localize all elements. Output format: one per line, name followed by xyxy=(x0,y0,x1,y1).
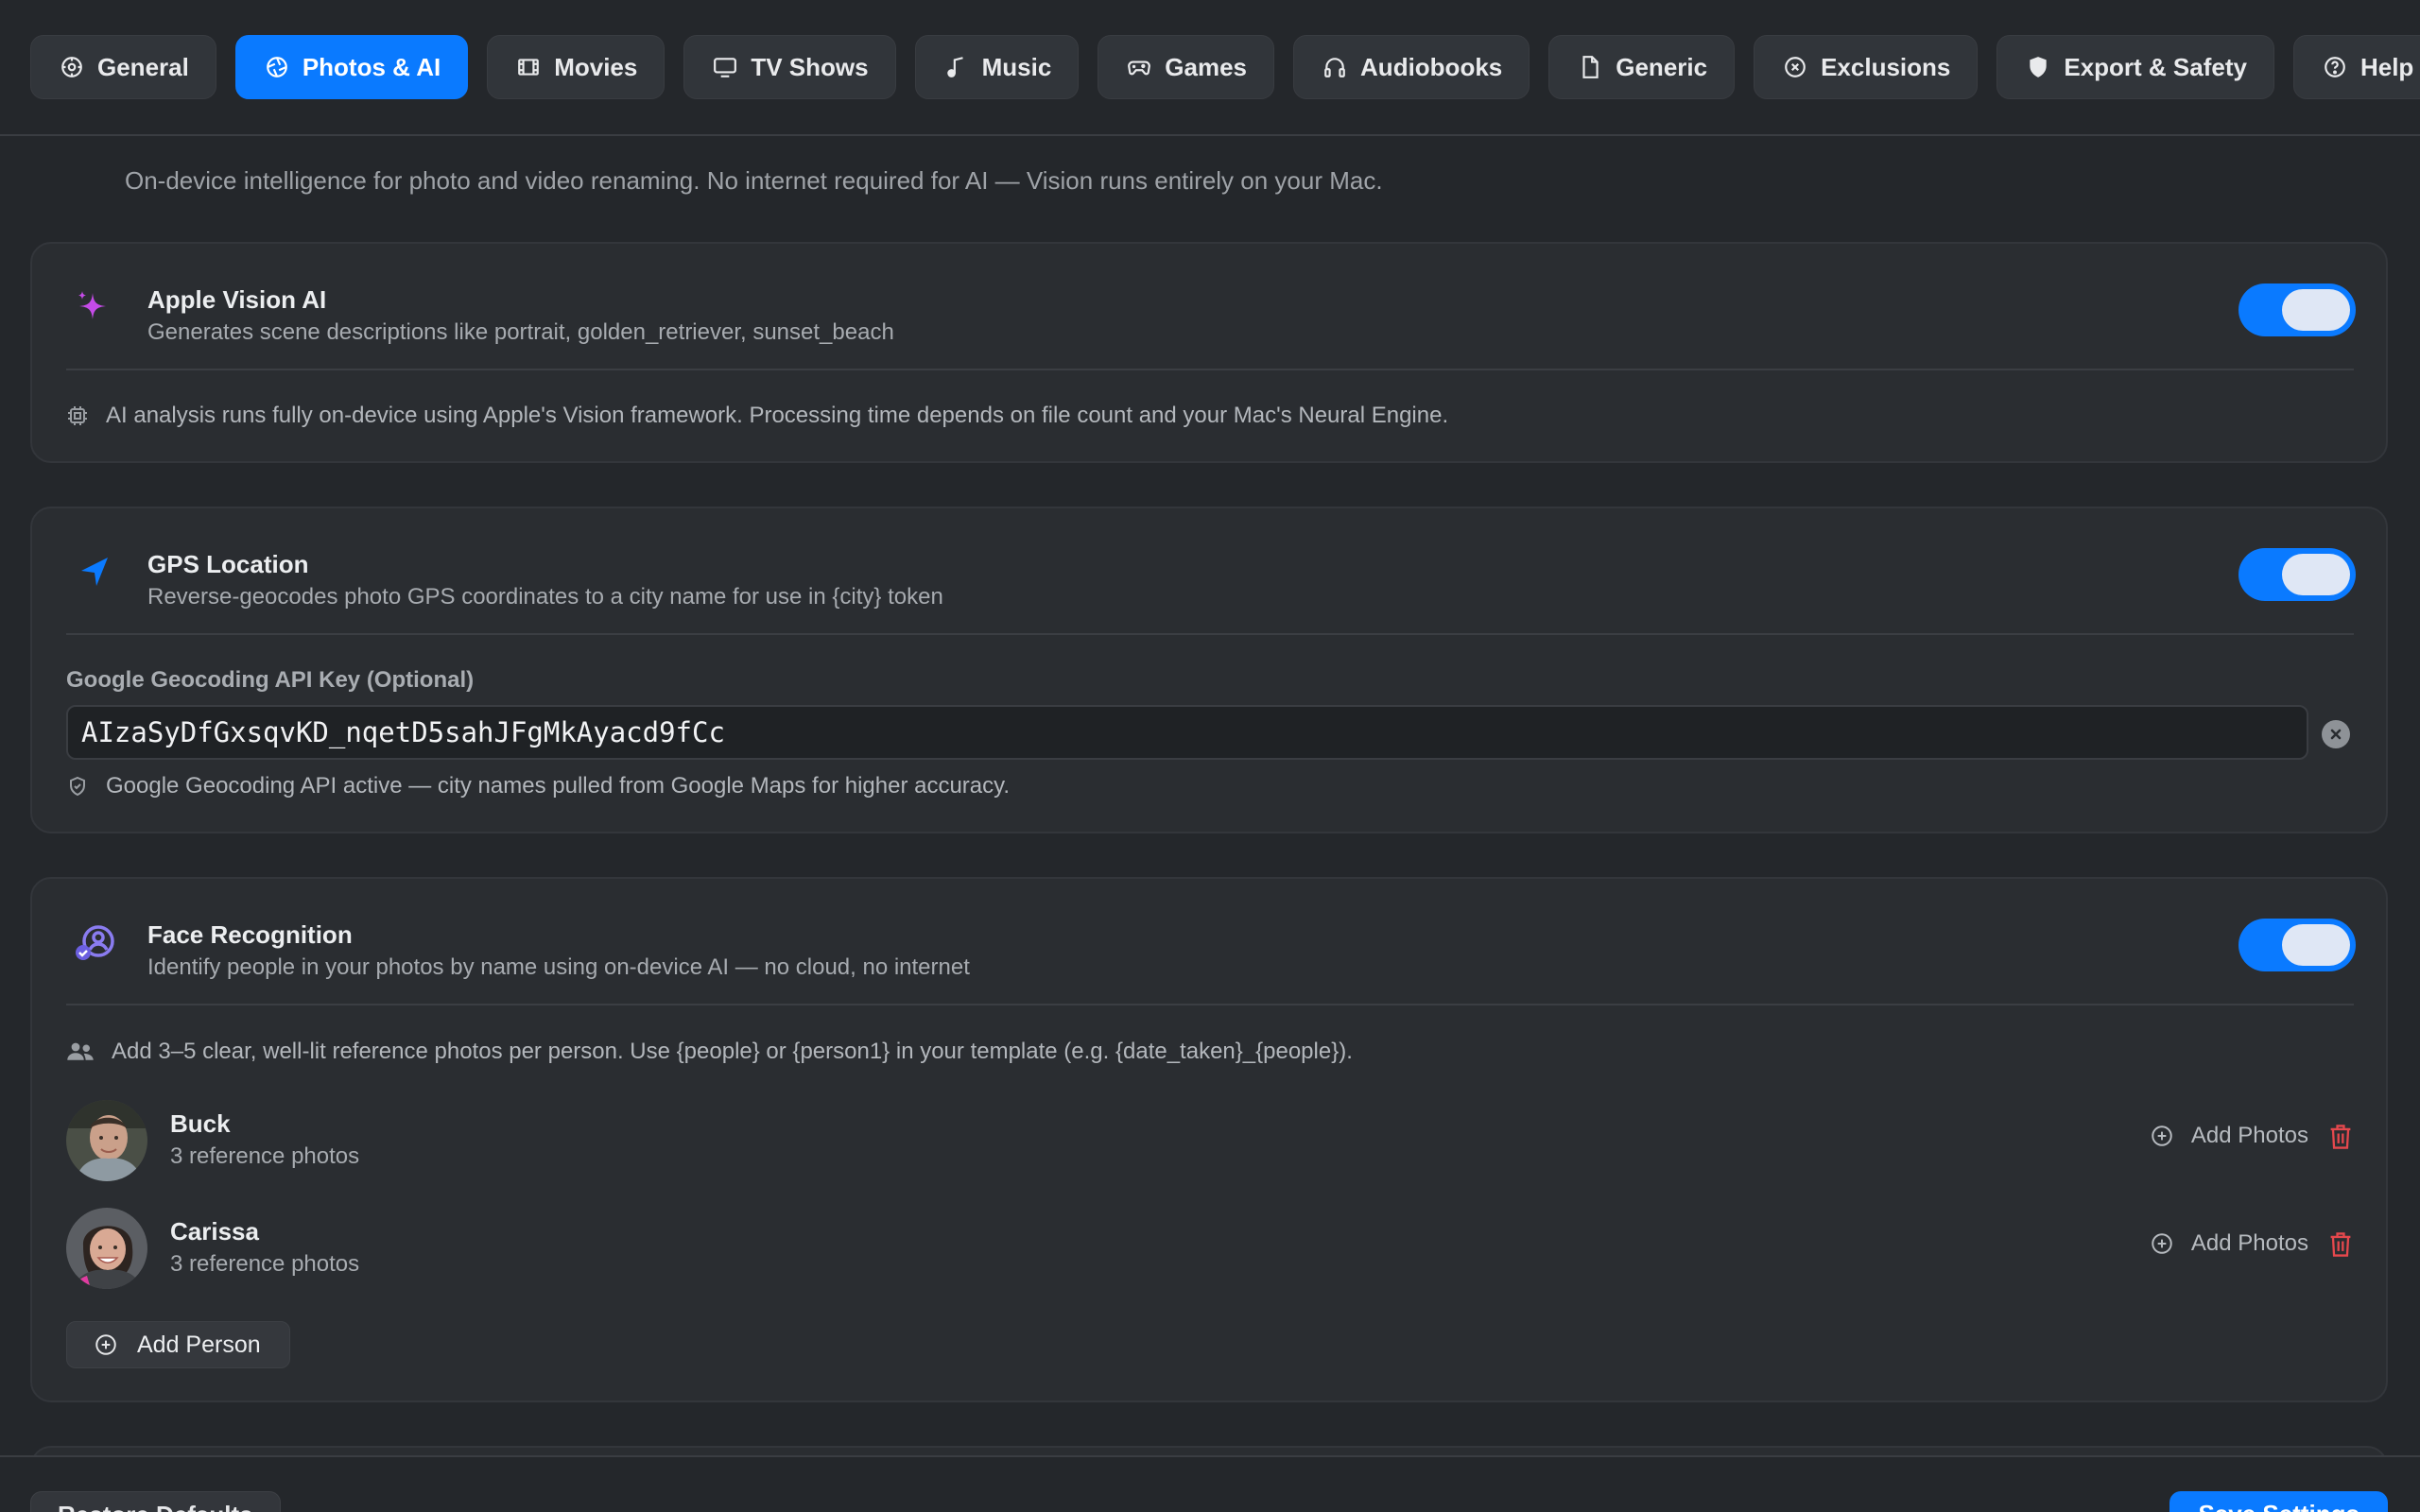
tab-label: Games xyxy=(1165,52,1248,81)
cpu-icon xyxy=(68,406,87,425)
aperture-icon xyxy=(266,57,287,77)
film-icon xyxy=(518,59,540,76)
api-key-field[interactable] xyxy=(66,705,2308,760)
gps-location-title: GPS Location xyxy=(147,550,309,578)
tab-label: Photos & AI xyxy=(302,52,441,81)
avatar xyxy=(66,1100,147,1181)
close-icon xyxy=(2330,729,2342,740)
gps-location-subtitle: Reverse-geocodes photo GPS coordinates t… xyxy=(147,584,943,610)
tab-label: Music xyxy=(981,52,1052,81)
plus-circle-icon xyxy=(2152,1125,2172,1146)
question-circle-icon xyxy=(2325,57,2345,77)
restore-defaults-button[interactable]: Restore Defaults xyxy=(30,1491,281,1512)
toggle-knob xyxy=(2282,554,2350,595)
tab-export-safety[interactable]: Export & Safety xyxy=(1996,35,2274,99)
gps-location-header: GPS Location Reverse-geocodes photo GPS … xyxy=(32,508,2386,635)
face-recognition-hint: Add 3–5 clear, well-lit reference photos… xyxy=(66,1038,1353,1066)
vision-ai-note: AI analysis runs fully on-device using A… xyxy=(66,403,1448,429)
vision-ai-title: Apple Vision AI xyxy=(147,285,327,314)
reference-photo-count: 3 reference photos xyxy=(170,1143,360,1169)
tab-help[interactable]: Help xyxy=(2292,35,2420,99)
add-photos-label: Add Photos xyxy=(2190,1230,2308,1256)
reference-photo-count: 3 reference photos xyxy=(170,1251,360,1277)
add-person-label: Add Person xyxy=(137,1331,261,1358)
shield-check-icon xyxy=(70,776,85,797)
footer-bar: Restore Defaults Save Settings xyxy=(0,1455,2420,1512)
add-photos-button[interactable]: Add Photos xyxy=(2150,1230,2308,1257)
person-name: Carissa xyxy=(170,1217,259,1246)
toggle-knob xyxy=(2282,289,2350,331)
plus-circle-icon xyxy=(2152,1233,2172,1254)
section-description: On-device intelligence for photo and vid… xyxy=(125,166,1383,195)
plus-circle-icon xyxy=(95,1334,116,1355)
face-id-icon xyxy=(76,925,114,960)
tab-label: Exclusions xyxy=(1821,52,1951,81)
face-recognition-card: Face Recognition Identify people in your… xyxy=(30,877,2388,1402)
divider xyxy=(66,633,2354,635)
tv-icon xyxy=(714,58,737,77)
trash-icon[interactable] xyxy=(2327,1230,2354,1259)
add-person-button[interactable]: Add Person xyxy=(66,1321,290,1368)
vision-ai-subtitle: Generates scene descriptions like portra… xyxy=(147,319,894,345)
tab-label: Movies xyxy=(554,52,638,81)
tab-games[interactable]: Games xyxy=(1098,35,1275,99)
gear-icon xyxy=(61,57,82,77)
face-recognition-subtitle: Identify people in your photos by name u… xyxy=(147,954,970,980)
tab-photos-ai[interactable]: Photos & AI xyxy=(234,35,469,99)
person-row: Carissa 3 reference photos Add Photos xyxy=(66,1208,2354,1293)
tab-bar: General Photos & AI Movies TV Shows Musi… xyxy=(0,0,2420,136)
api-key-label: Google Geocoding API Key (Optional) xyxy=(66,667,475,693)
people-icon xyxy=(67,1042,94,1060)
tab-movies[interactable]: Movies xyxy=(487,35,666,99)
face-recognition-toggle[interactable] xyxy=(2238,919,2356,971)
avatar xyxy=(66,1208,147,1289)
vision-ai-toggle[interactable] xyxy=(2238,284,2356,336)
tab-general[interactable]: General xyxy=(30,35,216,99)
add-photos-label: Add Photos xyxy=(2190,1123,2308,1148)
tab-exclusions[interactable]: Exclusions xyxy=(1754,35,1979,99)
music-note-icon xyxy=(946,57,963,77)
save-settings-button[interactable]: Save Settings xyxy=(2169,1491,2388,1512)
api-status: Google Geocoding API active — city names… xyxy=(66,773,1010,799)
shield-icon xyxy=(2030,57,2048,77)
gps-location-toggle[interactable] xyxy=(2238,548,2356,601)
face-recognition-hint-text: Add 3–5 clear, well-lit reference photos… xyxy=(112,1039,1353,1064)
x-circle-icon xyxy=(1785,57,1806,77)
api-status-text: Google Geocoding API active — city names… xyxy=(106,773,1011,799)
sparkles-icon xyxy=(78,291,106,319)
gamecontroller-icon xyxy=(1128,60,1151,76)
tab-label: Export & Safety xyxy=(2064,52,2247,81)
vision-ai-header: Apple Vision AI Generates scene descript… xyxy=(32,244,2386,370)
gps-location-card: GPS Location Reverse-geocodes photo GPS … xyxy=(30,507,2388,833)
person-row: Buck 3 reference photos Add Photos xyxy=(66,1100,2354,1185)
add-photos-button[interactable]: Add Photos xyxy=(2150,1123,2308,1149)
headphones-icon xyxy=(1324,58,1345,77)
toggle-knob xyxy=(2282,924,2350,966)
person-name: Buck xyxy=(170,1109,231,1138)
clear-api-key-button[interactable] xyxy=(2322,720,2350,748)
document-icon xyxy=(1582,56,1599,78)
vision-ai-note-text: AI analysis runs fully on-device using A… xyxy=(106,403,1449,428)
tab-music[interactable]: Music xyxy=(914,35,1080,99)
tab-label: Help xyxy=(2360,52,2414,81)
divider xyxy=(66,1004,2354,1005)
tab-label: Generic xyxy=(1616,52,1708,81)
tab-audiobooks[interactable]: Audiobooks xyxy=(1293,35,1530,99)
tab-tv-shows[interactable]: TV Shows xyxy=(683,35,896,99)
face-recognition-title: Face Recognition xyxy=(147,920,353,949)
trash-icon[interactable] xyxy=(2327,1123,2354,1151)
vision-ai-card: Apple Vision AI Generates scene descript… xyxy=(30,242,2388,463)
location-arrow-icon xyxy=(81,558,108,586)
tab-generic[interactable]: Generic xyxy=(1548,35,1736,99)
face-recognition-header: Face Recognition Identify people in your… xyxy=(32,879,2386,1005)
settings-window: General Photos & AI Movies TV Shows Musi… xyxy=(0,0,2420,1512)
tab-label: Audiobooks xyxy=(1360,52,1503,81)
tab-label: General xyxy=(97,52,189,81)
divider xyxy=(66,369,2354,370)
tab-label: TV Shows xyxy=(751,52,869,81)
